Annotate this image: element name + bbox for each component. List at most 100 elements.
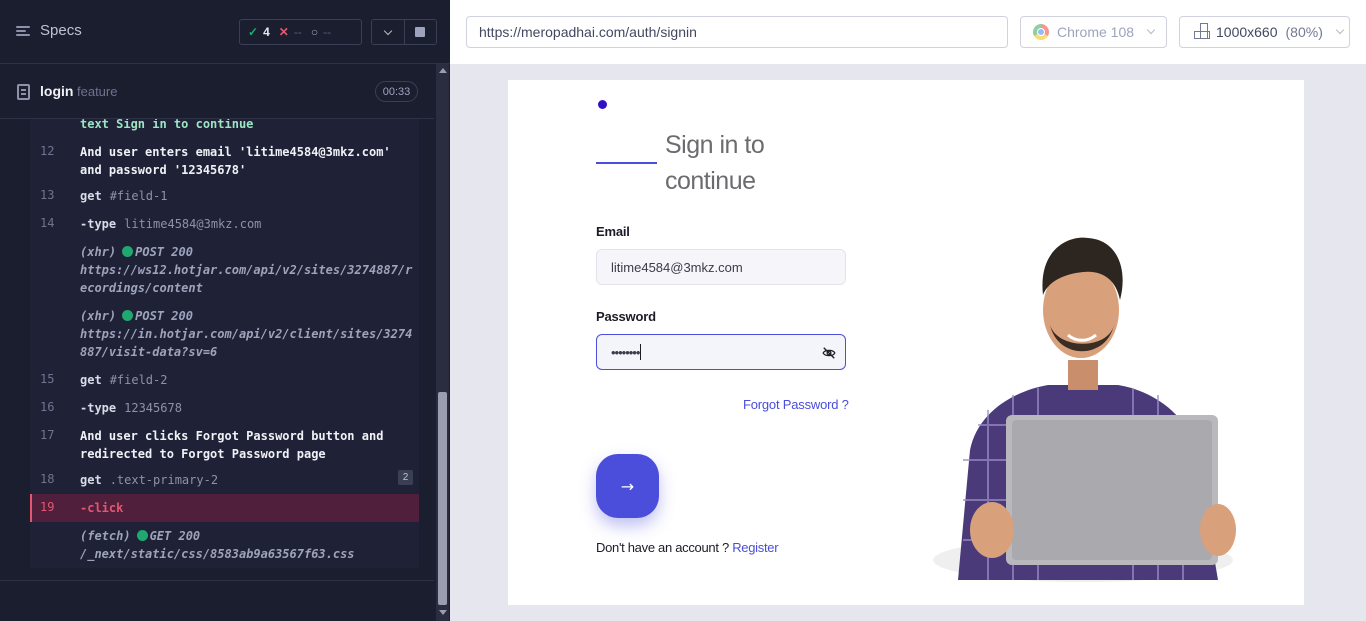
specs-header: Specs ✓ 4 ✕ -- ○ -- [0, 0, 450, 64]
spec-duration: 00:33 [375, 81, 418, 102]
command-log: text Sign in to continue 12 And user ent… [30, 119, 419, 568]
chevron-down-icon [1335, 25, 1345, 35]
request-method: POST 200 [135, 245, 193, 259]
logo [598, 100, 607, 109]
app-frame: Sign in to continue Email litime4584@3mk… [508, 80, 1304, 605]
command-name: get [80, 473, 102, 487]
forgot-password-link[interactable]: Forgot Password ? [743, 397, 849, 412]
spec-file-header: login feature 00:33 [0, 65, 434, 119]
log-row[interactable]: 18 get .text-primary-2 2 [30, 469, 419, 491]
register-link[interactable]: Register [732, 540, 778, 555]
arrow-right-icon: → [620, 476, 635, 496]
log-row[interactable]: 15 get #field-2 [30, 369, 419, 391]
document-icon [17, 84, 30, 100]
log-row[interactable]: 12 And user enters email 'litime4584@3mk… [30, 141, 419, 181]
submit-button[interactable]: → [596, 454, 659, 518]
command-name: -click [80, 501, 124, 515]
log-row[interactable]: text Sign in to continue [30, 119, 419, 133]
log-row[interactable]: (xhr) POST 200 https://ws12.hotjar.com/ap… [30, 243, 419, 299]
network-request: (xhr) POST 200 https://in.hotjar.com/api/… [80, 307, 413, 361]
command-arg: #field-2 [109, 373, 168, 387]
run-controls [371, 19, 437, 45]
log-row-active[interactable]: 19 -click [30, 494, 419, 522]
line-number: 16 [40, 400, 55, 414]
log-text: text Sign in to continue [80, 119, 254, 131]
stop-button[interactable] [405, 20, 437, 44]
failed-icon: ✕ [278, 25, 289, 39]
request-url: https://in.hotjar.com/api/v2/client/site… [80, 327, 413, 359]
title-underline [596, 162, 657, 164]
scroll-down-icon[interactable] [439, 610, 447, 615]
register-prompt: Don't have an account ? Register [596, 540, 779, 555]
ruler-icon [1194, 23, 1210, 39]
zoom-level: (80%) [1285, 24, 1323, 40]
log-row[interactable]: 14 -type litime4584@3mkz.com [30, 213, 419, 235]
eye-off-icon[interactable] [822, 346, 836, 360]
request-method: POST 200 [135, 309, 193, 323]
chevron-down-icon [383, 26, 392, 35]
request-type: (xhr) [80, 245, 117, 259]
email-label: Email [596, 224, 630, 239]
password-field[interactable]: •••••••• [596, 334, 846, 370]
passed-icon: ✓ [248, 25, 259, 39]
app-preview-panel: https://meropadhai.com/auth/signin Chrom… [450, 0, 1366, 621]
log-row[interactable]: 16 -type 12345678 [30, 397, 419, 419]
command-arg: litime4584@3mkz.com [124, 217, 262, 231]
command-name: get [80, 189, 102, 203]
specs-toggle[interactable]: Specs [16, 22, 82, 39]
line-number: 18 [40, 472, 55, 486]
line-number: 17 [40, 428, 55, 442]
preview-stage: Sign in to continue Email litime4584@3mk… [450, 64, 1366, 621]
pending-count: -- [323, 25, 332, 39]
request-url: /_next/static/css/8583ab9a63567f63.css [80, 547, 355, 561]
network-request: (xhr) POST 200 https://ws12.hotjar.com/ap… [80, 243, 413, 297]
collapse-button[interactable] [372, 20, 405, 44]
stop-icon [415, 27, 426, 37]
spec-file-name: login [40, 83, 74, 99]
log-text: And user clicks Forgot Password button a… [80, 429, 384, 461]
request-type: (fetch) [80, 529, 131, 543]
passed-count: 4 [263, 25, 270, 39]
scroll-up-icon[interactable] [439, 68, 447, 73]
command-name: -type [80, 401, 117, 415]
request-method: GET 200 [149, 529, 201, 543]
log-row[interactable]: (xhr) POST 200 https://in.hotjar.com/api/… [30, 307, 419, 363]
command-arg: 12345678 [124, 401, 182, 415]
element-count-badge: 2 [398, 470, 413, 485]
no-account-text: Don't have an account ? [596, 540, 729, 555]
request-type: (xhr) [80, 309, 117, 323]
specs-label: Specs [40, 22, 82, 39]
test-stats: ✓ 4 ✕ -- ○ -- [239, 19, 362, 45]
pending-icon: ○ [310, 25, 319, 39]
runner-footer [0, 580, 434, 621]
chrome-icon [1033, 24, 1049, 40]
line-number: 15 [40, 372, 55, 386]
line-number: 13 [40, 188, 55, 202]
status-dot-icon [122, 246, 134, 257]
scrollbar-thumb[interactable] [438, 392, 447, 605]
line-number: 19 [40, 500, 55, 514]
request-url: https://ws12.hotjar.com/api/v2/sites/327… [80, 263, 413, 295]
status-dot-icon [136, 530, 148, 541]
menu-icon [16, 24, 32, 38]
line-number: 14 [40, 216, 55, 230]
url-bar[interactable]: https://meropadhai.com/auth/signin [466, 16, 1008, 48]
command-arg: .text-primary-2 [109, 473, 219, 487]
command-arg: #field-1 [109, 189, 168, 203]
browser-name: Chrome 108 [1057, 24, 1135, 40]
hero-illustration [933, 237, 1236, 582]
page-title: Sign in to continue [665, 131, 765, 195]
browser-selector[interactable]: Chrome 108 [1020, 16, 1167, 48]
failed-count: -- [293, 25, 302, 39]
chevron-down-icon [1146, 25, 1156, 35]
log-row[interactable]: 17 And user clicks Forgot Password butto… [30, 425, 419, 465]
password-label: Password [596, 309, 656, 324]
network-request: (fetch) GET 200 /_next/static/css/8583ab9… [80, 527, 413, 563]
log-row[interactable]: (fetch) GET 200 /_next/static/css/8583ab9… [30, 527, 419, 567]
email-field[interactable]: litime4584@3mkz.com [596, 249, 846, 285]
log-row[interactable]: 13 get #field-1 [30, 185, 419, 207]
command-name: -type [80, 217, 117, 231]
status-dot-icon [122, 310, 134, 321]
viewport-size: 1000x660 [1216, 24, 1278, 40]
viewport-selector[interactable]: 1000x660 (80%) [1179, 16, 1350, 48]
